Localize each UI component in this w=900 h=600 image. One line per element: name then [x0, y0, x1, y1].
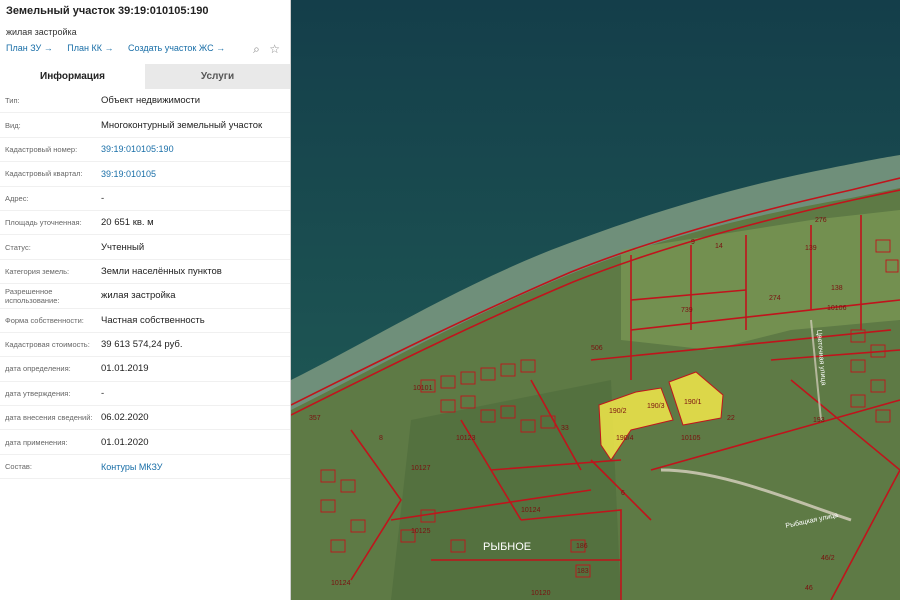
- info-row: дата утверждения: -: [0, 382, 290, 407]
- tab-bar: Информация Услуги: [0, 64, 290, 89]
- info-value: -: [101, 387, 105, 399]
- parcel-label: 138: [831, 285, 843, 292]
- parcel-label: 33: [561, 425, 569, 432]
- parcel-label: 14: [715, 243, 723, 250]
- info-value: Учтенный: [101, 241, 145, 253]
- info-row: Форма собственности: Частная собственност…: [0, 309, 290, 333]
- info-panel: Земельный участок 39:19:010105:190 жилая…: [0, 0, 291, 600]
- parcel-label: 274: [769, 295, 781, 302]
- info-key: Площадь уточненная:: [5, 218, 82, 228]
- parcel-label: 190/2: [609, 408, 627, 415]
- info-key: Кадастровый квартал:: [5, 169, 83, 179]
- info-table: Тип: Объект недвижимости Вид: Многоконтурны…: [0, 89, 290, 480]
- info-value-link[interactable]: Контуры МКЗУ: [101, 462, 290, 472]
- info-key: Кадастровый номер:: [5, 144, 78, 154]
- info-value: Объект недвижимости: [101, 95, 201, 107]
- parcel-label: 183: [577, 568, 589, 575]
- search-doc-icon[interactable]: ⌕: [253, 42, 260, 56]
- info-value: Многоконтурный земельный участок: [101, 119, 263, 131]
- parcel-label: 10123: [456, 435, 476, 442]
- info-row: Кадастровый квартал: 39:19:010105: [0, 162, 290, 187]
- info-key: Категория земель:: [5, 266, 70, 276]
- info-key: Адрес:: [5, 193, 29, 203]
- parcel-label: 46/2: [821, 555, 835, 562]
- parcel-label: 10127: [411, 465, 431, 472]
- info-key: дата определения:: [5, 364, 71, 374]
- parcel-label: 8: [379, 435, 383, 442]
- parcel-label: 10120: [531, 590, 551, 597]
- info-value-link[interactable]: 39:19:010105: [101, 169, 290, 179]
- info-value: Частная собственность: [101, 314, 205, 326]
- plan-kk-link[interactable]: План КК →: [67, 43, 113, 53]
- plan-zu-link[interactable]: План ЗУ →: [6, 43, 53, 53]
- info-value: 06.02.2020: [101, 412, 149, 424]
- parcel-label: 506: [591, 345, 603, 352]
- info-row: дата определения: 01.01.2019: [0, 357, 290, 382]
- info-value: 20 651 кв. м: [101, 217, 154, 229]
- parcel-label: 190/3: [647, 403, 665, 410]
- info-row: Площадь уточненная: 20 651 кв. м: [0, 211, 290, 236]
- info-row: Кадастровая стоимость: 39 613 574,24 руб.: [0, 333, 290, 358]
- parcel-label: 190/1: [684, 399, 702, 406]
- parcel-label: 10124: [521, 507, 541, 514]
- info-key: Кадастровая стоимость:: [5, 340, 90, 350]
- info-key: дата утверждения:: [5, 388, 71, 398]
- parcel-label: 10106: [827, 305, 847, 312]
- info-row: Вид: Многоконтурный земельный участок: [0, 113, 290, 138]
- town-label: РЫБНОЕ: [483, 541, 531, 553]
- star-icon[interactable]: ☆: [269, 42, 280, 56]
- info-row: Разрешенное использование: жилая застройк…: [0, 284, 290, 309]
- info-key: Тип:: [5, 96, 20, 106]
- info-row: Состав: Контуры МКЗУ: [0, 455, 290, 480]
- info-value: Земли населённых пунктов: [101, 265, 222, 277]
- info-key: дата применения:: [5, 437, 68, 447]
- info-key: Разрешенное использование:: [5, 286, 60, 305]
- info-value: жилая застройка: [101, 290, 176, 302]
- parcel-label: 139: [805, 245, 817, 252]
- info-row: дата внесения сведений: 06.02.2020: [0, 406, 290, 431]
- parcel-label: 357: [309, 415, 321, 422]
- create-parcel-link[interactable]: Создать участок ЖС →: [128, 43, 225, 53]
- parcel-label: 276: [815, 217, 827, 224]
- parcel-label: 739: [681, 307, 693, 314]
- info-key: дата внесения сведений:: [5, 413, 93, 423]
- info-row: Тип: Объект недвижимости: [0, 89, 290, 114]
- parcel-label: 22: [727, 415, 735, 422]
- action-links: План ЗУ → План КК → Создать участок ЖС →…: [0, 41, 290, 63]
- info-key: Вид:: [5, 120, 21, 130]
- info-key: Состав:: [5, 462, 32, 472]
- map-view[interactable]: 276 139 9 14 138 274 739 10106 506 10101…: [291, 0, 900, 600]
- info-value-link[interactable]: 39:19:010105:190: [101, 144, 290, 154]
- parcel-label: 10124: [331, 580, 351, 587]
- parcel-label: 10105: [681, 435, 701, 442]
- info-row: Статус: Учтенный: [0, 235, 290, 260]
- tab-information[interactable]: Информация: [0, 64, 145, 89]
- info-value: 39 613 574,24 руб.: [101, 339, 183, 351]
- info-value: 01.01.2019: [101, 363, 149, 375]
- parcel-label: 186: [576, 543, 588, 550]
- parcel-label: 6: [621, 490, 625, 497]
- info-row: Категория земель: Земли населённых пункто…: [0, 260, 290, 285]
- info-key: Статус:: [5, 242, 31, 252]
- page-subtitle: жилая застройка: [6, 27, 77, 37]
- parcel-label: 9: [691, 239, 695, 246]
- parcel-label: 193: [813, 417, 825, 424]
- parcel-label: 190/4: [616, 435, 634, 442]
- parcel-label: 10101: [413, 385, 433, 392]
- info-value: 01.01.2020: [101, 436, 149, 448]
- parcel-label: 46: [805, 585, 813, 592]
- satellite-map[interactable]: 276 139 9 14 138 274 739 10106 506 10101…: [291, 0, 900, 600]
- parcel-label: 10125: [411, 528, 431, 535]
- tab-services[interactable]: Услуги: [145, 64, 290, 89]
- page-title: Земельный участок 39:19:010105:190: [6, 5, 209, 17]
- info-value: -: [101, 192, 105, 204]
- info-row: дата применения: 01.01.2020: [0, 430, 290, 455]
- info-row: Кадастровый номер: 39:19:010105:190: [0, 138, 290, 163]
- info-row: Адрес: -: [0, 187, 290, 211]
- info-key: Форма собственности:: [5, 315, 84, 325]
